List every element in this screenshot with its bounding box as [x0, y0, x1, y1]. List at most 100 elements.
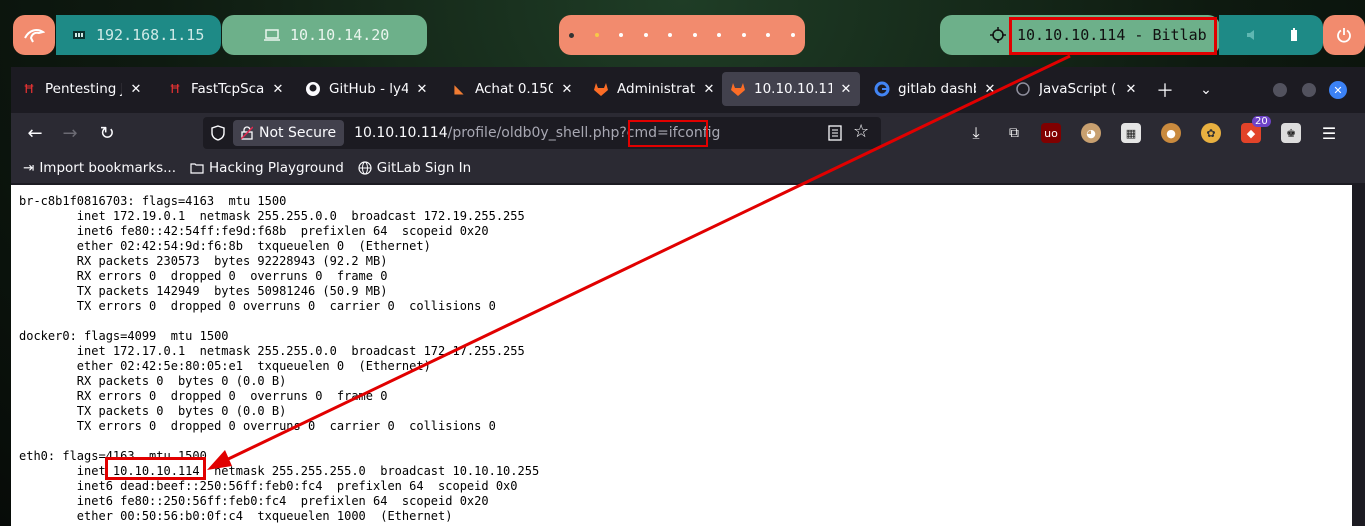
- ip-highlight-box: [105, 457, 206, 480]
- broken-lock-icon: [241, 126, 253, 140]
- globe-icon: [358, 161, 372, 175]
- output-line: RX packets 0 bytes 0 (0.0 B): [19, 374, 287, 388]
- workspace-7[interactable]: [717, 33, 722, 37]
- battery-icon[interactable]: [1290, 28, 1298, 42]
- wappalyzer-icon[interactable]: ♚: [1281, 123, 1301, 143]
- maximize-button[interactable]: [1295, 76, 1323, 104]
- output-line: inet 172.17.0.1 netmask 255.255.0.0 broa…: [19, 344, 525, 358]
- workspace-2[interactable]: [594, 33, 599, 37]
- hamburger-menu-icon[interactable]: ☰: [1319, 123, 1339, 143]
- local-ip-text: 192.168.1.15: [96, 26, 205, 44]
- power-button[interactable]: [1323, 15, 1365, 55]
- bookmark-label: Hacking Playground: [209, 160, 344, 176]
- extension-badge-count: 20: [1252, 116, 1271, 127]
- tab-administrator[interactable]: Administrator ✕: [585, 72, 723, 106]
- output-line: ether 02:42:54:9d:f6:8b txqueuelen 0 (Et…: [19, 239, 431, 253]
- scrollbar[interactable]: [1352, 185, 1365, 526]
- github-icon: [306, 82, 320, 96]
- tab-shell-active[interactable]: 10.10.10.114/ ✕: [722, 72, 860, 106]
- tab-title: gitlab dashbo: [898, 81, 976, 97]
- url-bar[interactable]: Not Secure 10.10.10.114/profile/oldb0y_s…: [203, 117, 881, 149]
- tab-pentesting[interactable]: Ħ Pentesting JD ✕: [13, 72, 150, 106]
- output-line: TX errors 0 dropped 0 overruns 0 carrier…: [19, 419, 496, 433]
- gitlab-icon: [594, 83, 608, 96]
- output-line: TX packets 0 bytes 0 (0.0 B): [19, 404, 287, 418]
- close-icon[interactable]: ✕: [840, 82, 852, 97]
- workspace-1[interactable]: [569, 32, 574, 38]
- qr-code-icon[interactable]: ▦: [1121, 123, 1141, 143]
- bookmarks-toolbar: ⇥ Import bookmarks... Hacking Playground…: [11, 153, 1365, 183]
- close-icon[interactable]: ✕: [272, 82, 284, 97]
- tab-title: JavaScript (No: [1039, 81, 1117, 97]
- tab-gitlab-dashboard[interactable]: gitlab dashbo ✕: [866, 72, 1004, 106]
- output-line: docker0: flags=4099 mtu 1500: [19, 329, 229, 343]
- forward-button[interactable]: →: [56, 119, 84, 147]
- output-line: ether 02:42:5e:80:05:e1 txqueuelen 0 (Et…: [19, 359, 431, 373]
- reader-view-icon[interactable]: [828, 125, 842, 141]
- tab-list-button[interactable]: ⌄: [1192, 76, 1220, 104]
- volume-muted-icon[interactable]: [1245, 28, 1259, 42]
- output-line: br-c8b1f0816703: flags=4163 mtu 1500: [19, 194, 287, 208]
- workspace-8[interactable]: [741, 33, 746, 37]
- close-icon[interactable]: ✕: [561, 82, 573, 97]
- system-tray: [1219, 15, 1323, 55]
- tab-fasttcpscan[interactable]: Ħ FastTcpScan - ✕: [159, 72, 292, 106]
- output-line: ether 00:50:56:b0:0f:c4 txqueuelen 1000 …: [19, 509, 453, 523]
- close-icon[interactable]: ✕: [1125, 82, 1137, 97]
- local-ip-indicator: 192.168.1.15: [56, 15, 221, 55]
- not-secure-label: Not Secure: [259, 125, 337, 141]
- exploit-icon: ◣: [454, 82, 464, 96]
- bookmark-star-icon[interactable]: ☆: [853, 121, 869, 142]
- cookie-icon[interactable]: ●: [1161, 123, 1181, 143]
- ublock-icon[interactable]: uo: [1041, 123, 1061, 143]
- new-tab-button[interactable]: ＋: [1151, 76, 1179, 104]
- network-icon: [73, 31, 85, 39]
- tab-javascript[interactable]: JavaScript (No ✕: [1007, 72, 1145, 106]
- cookie-editor-icon[interactable]: ✿: [1201, 123, 1221, 143]
- hacktricks-icon: Ħ: [169, 82, 181, 96]
- bookmark-gitlab-sign-in[interactable]: GitLab Sign In: [358, 160, 471, 176]
- output-line: RX errors 0 dropped 0 overruns 0 frame 0: [19, 389, 388, 403]
- tab-title: Achat 0.150 b: [475, 81, 553, 97]
- output-line: TX errors 0 dropped 0 overruns 0 carrier…: [19, 299, 496, 313]
- vpn-ip-indicator: 10.10.14.20: [222, 15, 427, 55]
- bookmark-import[interactable]: ⇥ Import bookmarks...: [23, 160, 176, 176]
- owl-extension-icon[interactable]: ◕: [1081, 123, 1101, 143]
- output-line: eth0: flags=4163 mtu 1500: [19, 449, 207, 463]
- tab-title: FastTcpScan -: [191, 81, 264, 97]
- downloads-icon[interactable]: ⤓: [966, 123, 986, 143]
- workspace-switcher[interactable]: [559, 15, 805, 55]
- shield-icon[interactable]: [211, 125, 225, 141]
- hacktricks-icon: Ħ: [23, 82, 35, 96]
- tab-achat[interactable]: ◣ Achat 0.150 b ✕: [443, 72, 581, 106]
- bookmark-label: Import bookmarks...: [39, 160, 177, 176]
- workspace-3[interactable]: [619, 33, 624, 37]
- close-icon[interactable]: ✕: [984, 82, 996, 97]
- vpn-ip-text: 10.10.14.20: [290, 26, 390, 44]
- url-host: 10.10.10.114: [354, 125, 448, 141]
- output-line: TX packets 142949 bytes 50981246 (50.9 M…: [19, 284, 388, 298]
- close-icon[interactable]: ✕: [130, 82, 142, 97]
- workspace-4[interactable]: [643, 33, 648, 37]
- import-icon: ⇥: [23, 160, 35, 176]
- close-icon[interactable]: ✕: [703, 82, 715, 97]
- bookmark-hacking-playground[interactable]: Hacking Playground: [190, 160, 344, 176]
- workspace-6[interactable]: [692, 33, 697, 37]
- workspace-9[interactable]: [766, 33, 771, 37]
- extensions-icon[interactable]: ⧉: [1004, 123, 1024, 143]
- close-icon[interactable]: ✕: [416, 82, 428, 97]
- workspace-10[interactable]: [790, 33, 795, 37]
- reload-button[interactable]: ↻: [93, 119, 121, 147]
- close-window-button[interactable]: ✕: [1324, 76, 1352, 104]
- tab-title: 10.10.10.114/: [754, 81, 832, 97]
- page-content: br-c8b1f0816703: flags=4163 mtu 1500 ine…: [11, 185, 1352, 526]
- globe-icon: [1016, 82, 1030, 96]
- workspace-5[interactable]: [668, 33, 673, 37]
- kali-menu-button[interactable]: [13, 15, 55, 55]
- not-secure-badge[interactable]: Not Secure: [233, 120, 345, 146]
- tab-github[interactable]: GitHub - ly4k/ ✕: [297, 72, 436, 106]
- minimize-button[interactable]: [1266, 76, 1294, 104]
- back-button[interactable]: ←: [21, 119, 49, 147]
